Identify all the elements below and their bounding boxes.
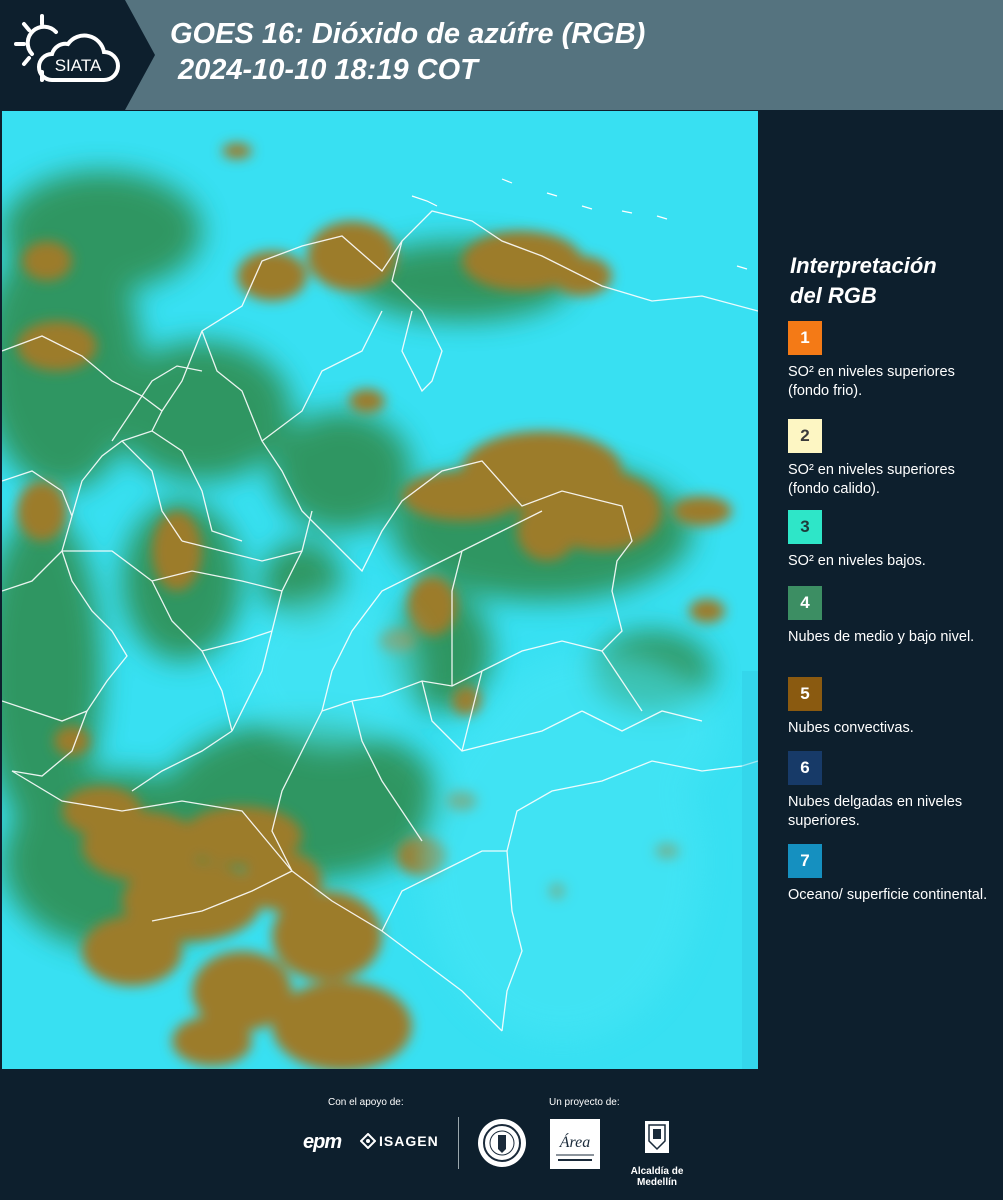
legend-label: SO² en niveles superiores (fondo calido)… — [788, 462, 955, 497]
area-metropolitana-logo[interactable]: Área — [550, 1119, 600, 1169]
legend-label: Nubes convectivas. — [788, 720, 914, 736]
epm-logo[interactable]: epm — [303, 1131, 342, 1154]
isagen-mark-icon — [360, 1133, 376, 1149]
legend-item-6: 6 Nubes delgadas en niveles superiores. — [788, 751, 993, 831]
legend-label: Nubes de medio y bajo nivel. — [788, 629, 975, 645]
medellin-shield-icon — [645, 1121, 669, 1153]
legend-label: SO² en niveles bajos. — [788, 553, 926, 569]
legend-swatch: 1 — [788, 321, 822, 355]
title-product: GOES 16: Dióxido de azúfre (RGB) — [170, 18, 646, 50]
footer-divider — [458, 1117, 459, 1169]
legend-label: SO² en niveles superiores (fondo frio). — [788, 364, 955, 399]
svg-text:Área: Área — [559, 1132, 591, 1151]
legend-item-3: 3 SO² en niveles bajos. — [788, 510, 993, 571]
page-title: GOES 16: Dióxido de azúfre (RGB) 2024-10… — [170, 16, 645, 88]
legend-panel: Interpretación del RGB 1 SO² en niveles … — [760, 111, 1003, 1069]
sun-cloud-icon: SIATA — [14, 14, 120, 82]
alcaldia-medellin-logo[interactable]: Alcaldía de Medellín — [612, 1119, 702, 1188]
universidad-seal[interactable] — [478, 1119, 526, 1167]
seal-icon — [483, 1124, 521, 1162]
area-metropolitana-icon: Área — [556, 1132, 594, 1161]
legend-swatch: 5 — [788, 677, 822, 711]
legend-swatch: 3 — [788, 510, 822, 544]
legend-item-1: 1 SO² en niveles superiores (fondo frio)… — [788, 321, 993, 401]
legend-label: Nubes delgadas en niveles superiores. — [788, 794, 963, 829]
support-label: Con el apoyo de: — [328, 1097, 404, 1108]
header-bar: SIATA GOES 16: Dióxido de azúfre (RGB) 2… — [0, 0, 1003, 110]
legend-swatch: 4 — [788, 586, 822, 620]
logo-text: SIATA — [55, 56, 102, 75]
legend-item-4: 4 Nubes de medio y bajo nivel. — [788, 586, 993, 647]
alcaldia-text: Alcaldía de Medellín — [630, 1166, 684, 1188]
legend-swatch: 7 — [788, 844, 822, 878]
legend-item-7: 7 Oceano/ superficie continental. — [788, 844, 993, 905]
project-label: Un proyecto de: — [549, 1097, 620, 1108]
satellite-map[interactable] — [0, 111, 759, 1071]
title-timestamp: 2024-10-10 18:19 COT — [178, 54, 478, 86]
isagen-text: ISAGEN — [379, 1133, 439, 1149]
legend-title: Interpretación del RGB — [790, 253, 937, 308]
footer: Con el apoyo de: Un proyecto de: epm ISA… — [0, 1069, 1003, 1200]
legend-swatch: 2 — [788, 419, 822, 453]
legend-swatch: 6 — [788, 751, 822, 785]
siata-logo[interactable]: SIATA — [0, 0, 155, 110]
legend-item-5: 5 Nubes convectivas. — [788, 677, 993, 738]
legend-label: Oceano/ superficie continental. — [788, 887, 988, 903]
isagen-logo[interactable]: ISAGEN — [360, 1133, 439, 1149]
legend-item-2: 2 SO² en niveles superiores (fondo calid… — [788, 419, 993, 499]
